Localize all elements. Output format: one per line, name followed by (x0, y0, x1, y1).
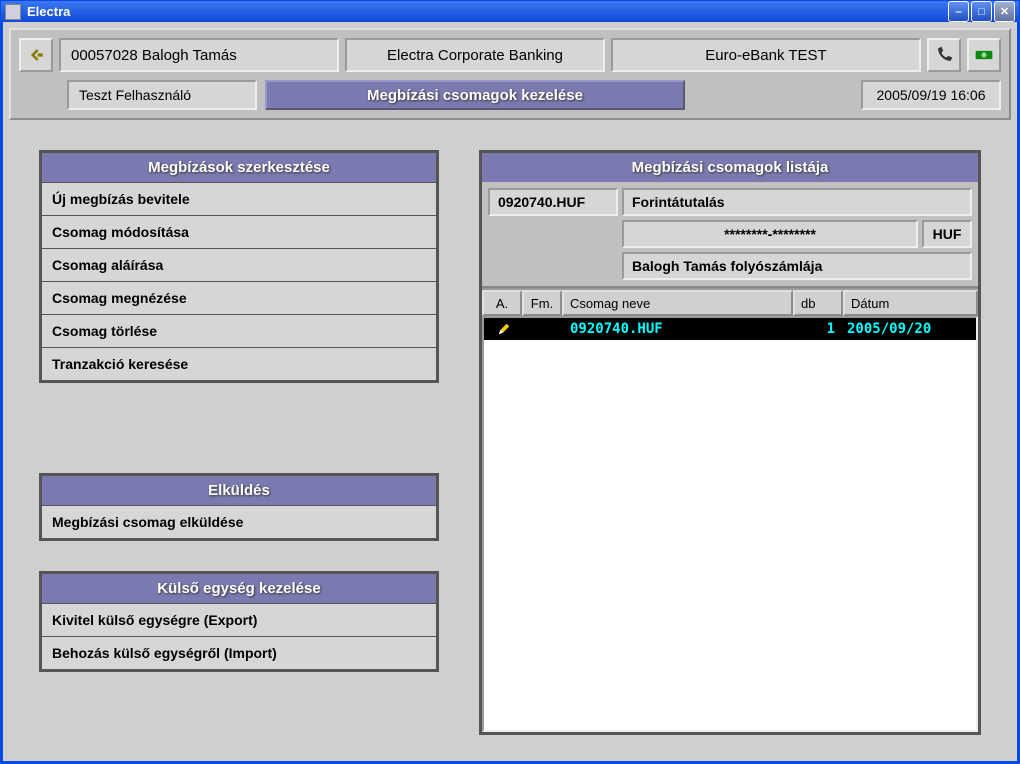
app-window: Electra – □ ✕ 00057028 Balogh Tamás Elec… (0, 0, 1020, 764)
menu-delete-package[interactable]: Csomag törlése (42, 315, 436, 348)
phone-button[interactable] (927, 38, 961, 72)
window-title: Electra (27, 4, 70, 19)
detail-account-name: Balogh Tamás folyószámlája (622, 252, 972, 280)
menu-view-package[interactable]: Csomag megnézése (42, 282, 436, 315)
col-db[interactable]: db (793, 290, 843, 316)
col-a[interactable]: A. (482, 290, 522, 316)
menu-send-package[interactable]: Megbízási csomag elküldése (42, 506, 436, 538)
user-name: Teszt Felhasználó (67, 80, 257, 110)
content-area: Megbízások szerkesztése Új megbízás bevi… (9, 130, 1011, 755)
col-name[interactable]: Csomag neve (562, 290, 793, 316)
menu-modify-package[interactable]: Csomag módosítása (42, 216, 436, 249)
back-button[interactable] (19, 38, 53, 72)
top-toolbar: 00057028 Balogh Tamás Electra Corporate … (9, 28, 1011, 120)
left-column: Megbízások szerkesztése Új megbízás bevi… (39, 150, 439, 735)
app-name: Electra Corporate Banking (345, 38, 605, 72)
panel-send: Elküldés Megbízási csomag elküldése (39, 473, 439, 541)
detail-package-id: 0920740.HUF (488, 188, 618, 216)
panel-external: Külső egység kezelése Kivitel külső egys… (39, 571, 439, 672)
detail-account-number: ********-******** (622, 220, 918, 248)
back-icon (26, 45, 46, 65)
detail-type: Forintátutalás (622, 188, 972, 216)
pen-icon (497, 322, 511, 336)
row-status-icon (484, 322, 524, 336)
app-icon (5, 4, 21, 20)
menu-export[interactable]: Kivitel külső egységre (Export) (42, 604, 436, 637)
minimize-button[interactable]: – (948, 1, 969, 22)
maximize-button[interactable]: □ (971, 1, 992, 22)
col-fm[interactable]: Fm. (522, 290, 562, 316)
panel-edit: Megbízások szerkesztése Új megbízás bevi… (39, 150, 439, 383)
datetime: 2005/09/19 16:06 (861, 80, 1001, 110)
package-list-panel: Megbízási csomagok listája 0920740.HUF F… (479, 150, 981, 735)
panel-send-header: Elküldés (42, 476, 436, 506)
row-date: 2005/09/20 (841, 321, 976, 337)
titlebar: Electra – □ ✕ (1, 1, 1019, 22)
right-column: Megbízási csomagok listája 0920740.HUF F… (479, 150, 981, 735)
panel-external-header: Külső egység kezelése (42, 574, 436, 604)
close-button[interactable]: ✕ (994, 1, 1015, 22)
menu-new-order[interactable]: Új megbízás bevitele (42, 183, 436, 216)
bank-name: Euro-eBank TEST (611, 38, 921, 72)
menu-import[interactable]: Behozás külső egységről (Import) (42, 637, 436, 669)
account-info: 00057028 Balogh Tamás (59, 38, 339, 72)
banknote-icon (974, 45, 994, 65)
detail-currency: HUF (922, 220, 972, 248)
col-date[interactable]: Dátum (843, 290, 978, 316)
phone-icon (934, 45, 954, 65)
package-list-header: Megbízási csomagok listája (482, 153, 978, 182)
menu-search-transaction[interactable]: Tranzakció keresése (42, 348, 436, 380)
row-name: 0920740.HUF (564, 321, 791, 337)
client-area: 00057028 Balogh Tamás Electra Corporate … (1, 22, 1019, 763)
row-db: 1 (791, 321, 841, 337)
page-title: Megbízási csomagok kezelése (265, 80, 685, 110)
table-header: A. Fm. Csomag neve db Dátum (482, 288, 978, 316)
money-button[interactable] (967, 38, 1001, 72)
package-detail: 0920740.HUF Forintátutalás ********-****… (482, 182, 978, 288)
table-row[interactable]: 0920740.HUF 1 2005/09/20 (484, 318, 976, 340)
panel-edit-header: Megbízások szerkesztése (42, 153, 436, 183)
table-body[interactable]: 0920740.HUF 1 2005/09/20 (482, 316, 978, 732)
menu-sign-package[interactable]: Csomag aláírása (42, 249, 436, 282)
